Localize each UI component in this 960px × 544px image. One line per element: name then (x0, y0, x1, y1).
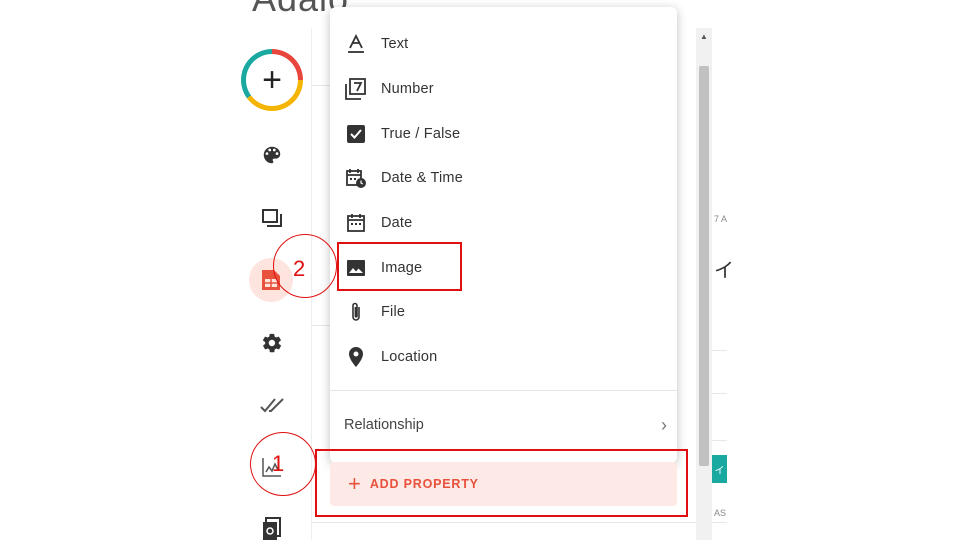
add-icon: + (246, 54, 298, 106)
clipped-text: イ (714, 260, 734, 282)
chevron-right-icon: › (661, 414, 667, 435)
paperclip-icon (344, 300, 368, 324)
scroll-up-arrow[interactable]: ▲ (699, 32, 709, 42)
annotation-number-2: 2 (293, 256, 306, 281)
double-check-icon[interactable] (257, 390, 287, 420)
menu-item-label: File (381, 304, 406, 320)
menu-item-date[interactable]: Date (330, 201, 677, 245)
menu-item-label: Text (381, 36, 409, 52)
panel-divider (311, 522, 727, 523)
location-pin-icon (344, 345, 368, 369)
menu-item-number[interactable]: Number (330, 67, 677, 111)
menu-item-label: True / False (381, 126, 461, 142)
relationship-label: Relationship (344, 417, 424, 433)
panel-divider (712, 393, 727, 394)
gear-icon[interactable] (257, 328, 287, 358)
annotation-box-2 (337, 242, 462, 291)
menu-item-label: Date & Time (381, 170, 463, 186)
panel-divider (311, 325, 331, 326)
palette-icon[interactable] (257, 140, 287, 170)
panel-divider (311, 85, 331, 86)
add-button[interactable]: + (241, 49, 303, 111)
checkbox-icon (344, 122, 368, 146)
menu-item-true-false[interactable]: True / False (330, 112, 677, 156)
number-icon (344, 77, 368, 101)
annotation-box-1 (315, 449, 688, 517)
clipped-text: AS (714, 508, 727, 518)
property-type-menu: Text Number True / False Date & Time Dat… (330, 7, 677, 463)
annotation-number-1: 1 (272, 451, 285, 476)
screens-icon[interactable] (257, 203, 287, 233)
menu-item-label: Location (381, 349, 438, 365)
menu-divider (330, 390, 677, 391)
menu-item-file[interactable]: File (330, 290, 677, 334)
text-icon (344, 32, 368, 56)
menu-item-label: Date (381, 215, 413, 231)
menu-item-text[interactable]: Text (330, 22, 677, 66)
clipped-text: 7 A (714, 214, 728, 224)
panel-divider (712, 440, 727, 441)
panel-divider (712, 350, 727, 351)
menu-item-date-time[interactable]: Date & Time (330, 156, 677, 200)
calendar-icon (344, 211, 368, 235)
clipped-button[interactable]: イ (712, 455, 727, 483)
scrollbar-thumb[interactable] (699, 66, 709, 466)
date-time-icon (344, 166, 368, 190)
menu-item-location[interactable]: Location (330, 335, 677, 379)
menu-item-label: Number (381, 81, 434, 97)
menu-item-relationship[interactable]: Relationship › (330, 403, 677, 447)
